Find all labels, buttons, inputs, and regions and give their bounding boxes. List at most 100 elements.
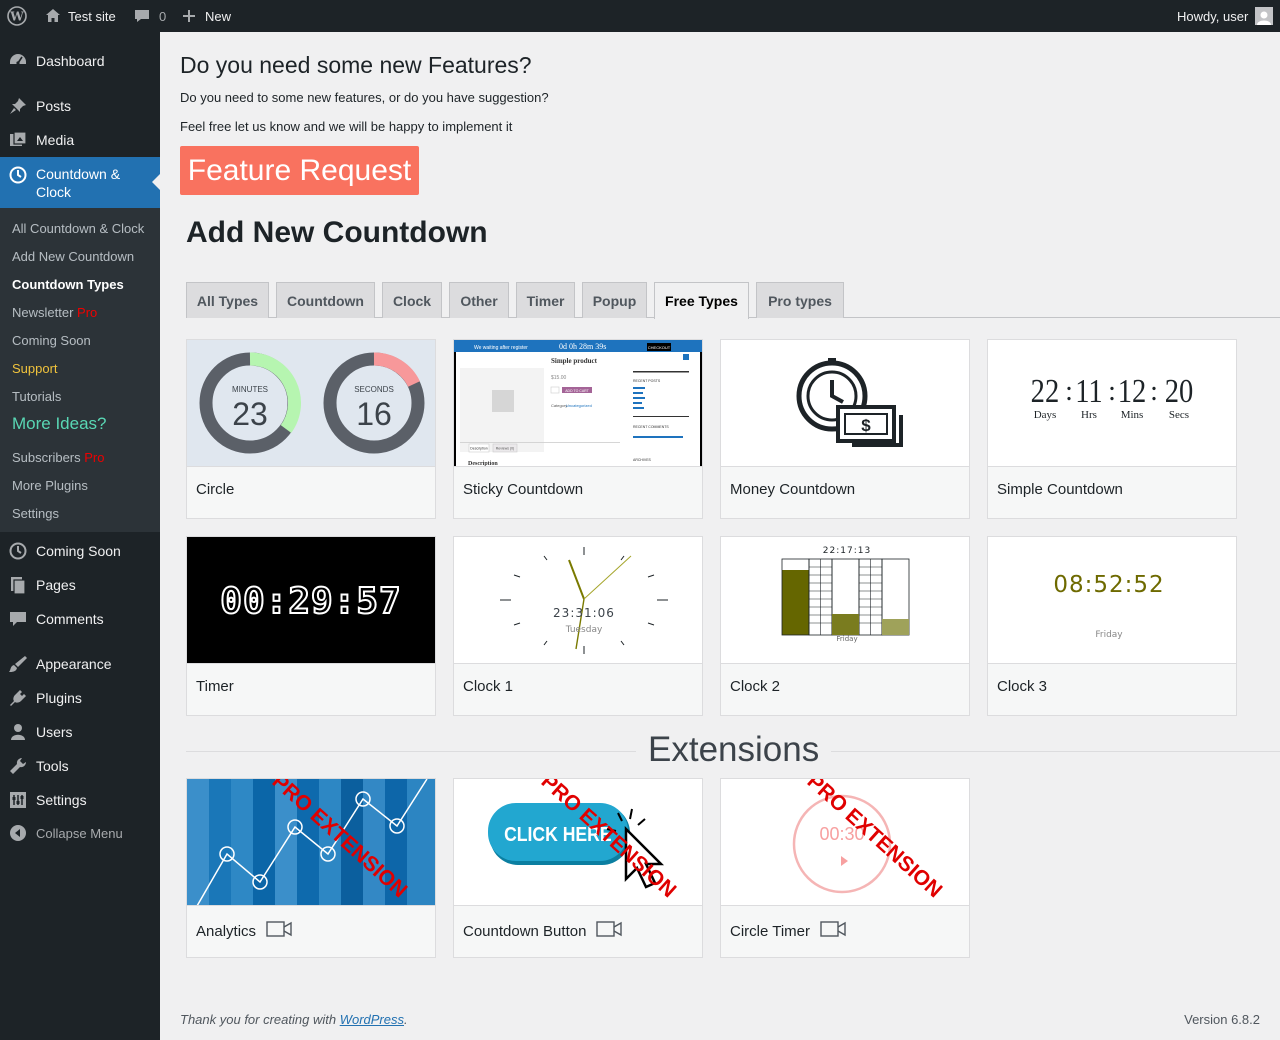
sticky-recent-comments: RECENT COMMENTS — [633, 425, 669, 429]
pushpin-icon — [8, 96, 28, 116]
menu-users[interactable]: Users — [0, 717, 160, 747]
tab-clock[interactable]: Clock — [382, 282, 442, 318]
submenu-subscribers[interactable]: Subscribers Pro — [12, 450, 105, 465]
menu-label: Appearance — [36, 656, 112, 672]
footer-period: . — [404, 1012, 408, 1027]
type-card-clock-1[interactable]: 23:31:06 Tuesday Clock 1 — [453, 536, 703, 716]
card-title: Money Countdown — [730, 481, 856, 498]
submenu-more-plugins[interactable]: More Plugins — [12, 478, 88, 493]
clock-icon — [8, 541, 28, 561]
collapse-menu-button[interactable]: Collapse Menu — [0, 819, 160, 847]
tab-countdown[interactable]: Countdown — [276, 282, 375, 318]
simple-mins-label: Mins — [1121, 409, 1144, 421]
extension-card-countdown-button[interactable]: CLICK HERE PRO EXTENSION Countdown Butto… — [453, 778, 703, 958]
wordpress-logo-icon[interactable]: W — [7, 0, 29, 32]
simple-hrs-value: 11 — [1075, 372, 1102, 410]
footer-thanks-text: Thank you for creating with — [180, 1012, 337, 1027]
comment-bubble-icon — [8, 609, 28, 629]
video-camera-icon[interactable] — [596, 920, 623, 942]
footer-version: Version 6.8.2 — [1184, 1012, 1260, 1027]
simple-mins-value: 12 — [1118, 372, 1147, 410]
sticky-banner-text: We waiting after register — [474, 345, 528, 351]
submenu-countdown-types[interactable]: Countdown Types — [12, 277, 124, 292]
feature-request-button[interactable]: Feature Request — [180, 146, 419, 195]
sticky-price: $15.00 — [551, 375, 567, 381]
submenu-add-new[interactable]: Add New Countdown — [12, 249, 134, 264]
dashboard-gauge-icon — [8, 51, 28, 71]
menu-comments[interactable]: Comments — [0, 604, 160, 634]
menu-label: Countdown & Clock — [36, 166, 121, 200]
tab-timer[interactable]: Timer — [516, 282, 575, 318]
menu-posts[interactable]: Posts — [0, 91, 160, 121]
menu-dashboard[interactable]: Dashboard — [0, 46, 160, 76]
money-preview: $ — [721, 340, 969, 467]
submenu-support[interactable]: Support — [12, 361, 58, 376]
type-card-clock-2[interactable]: 22:17:13 Friday Clock 2 — [720, 536, 970, 716]
sticky-product-title: Simple product — [551, 357, 598, 365]
extension-title: Analytics — [196, 922, 257, 940]
menu-settings[interactable]: Settings — [0, 785, 160, 815]
clock3-preview: 08:52:52 Friday — [988, 537, 1236, 664]
clock2-preview: 22:17:13 Friday — [721, 537, 969, 664]
my-account-link[interactable]: Howdy, user — [1177, 0, 1274, 32]
wordpress-link[interactable]: WordPress — [340, 1012, 404, 1027]
submenu-tutorials[interactable]: Tutorials — [12, 389, 61, 404]
paintbrush-icon — [8, 654, 28, 674]
simple-separator-icon: : — [1065, 376, 1073, 407]
menu-label: Users — [36, 724, 73, 740]
card-title: Simple Countdown — [997, 481, 1123, 498]
submenu-more-ideas[interactable]: More Ideas? — [12, 414, 107, 434]
submenu-all-countdown[interactable]: All Countdown & Clock — [12, 221, 144, 236]
page-title: Add New Countdown — [186, 216, 488, 249]
type-card-clock-3[interactable]: 08:52:52 Friday Clock 3 — [987, 536, 1237, 716]
type-card-simple-countdown[interactable]: 22 : 11 : 12 : 20 Days Hrs Mins Secs Sim… — [987, 339, 1237, 519]
submenu-coming-soon[interactable]: Coming Soon — [12, 333, 91, 348]
features-note: Feel free let us know and we will be hap… — [180, 119, 513, 134]
admin-bar: W Test site 0 New Howdy, user — [0, 0, 1280, 32]
new-label: New — [205, 8, 232, 24]
pro-tag: Pro — [84, 450, 105, 465]
submenu-settings[interactable]: Settings — [12, 506, 59, 521]
tab-other[interactable]: Other — [449, 282, 509, 318]
video-camera-icon[interactable] — [820, 920, 846, 942]
menu-label: Pages — [36, 577, 76, 593]
menu-plugins[interactable]: Plugins — [0, 683, 160, 713]
site-name-link[interactable]: Test site — [44, 0, 116, 32]
comments-link[interactable]: 0 — [133, 0, 166, 32]
menu-pages[interactable]: Pages — [0, 570, 160, 600]
menu-tools[interactable]: Tools — [0, 751, 160, 781]
extension-card-analytics[interactable]: PRO EXTENSION Analytics — [186, 778, 436, 958]
type-tabs: All Types Countdown Clock Other Timer Po… — [186, 282, 1280, 319]
home-icon — [44, 7, 62, 25]
main-content: Do you need some new Features? Do you ne… — [160, 32, 1280, 1040]
menu-media[interactable]: Media — [0, 125, 160, 155]
wrench-icon — [8, 756, 28, 776]
sticky-tab-description: Description — [470, 447, 488, 451]
simple-separator-icon: : — [1108, 376, 1116, 407]
money-dollar-sign: $ — [861, 416, 871, 435]
type-card-money-countdown[interactable]: $ Money Countdown — [720, 339, 970, 519]
new-content-link[interactable]: New — [181, 0, 231, 32]
simple-hrs-label: Hrs — [1081, 409, 1097, 421]
timer-display: 00:29:57 — [220, 581, 401, 622]
video-camera-icon[interactable] — [266, 920, 292, 942]
tab-pro-types[interactable]: Pro types — [756, 282, 844, 318]
menu-countdown-clock[interactable]: Countdown & Clock — [0, 157, 160, 208]
svg-text:W: W — [9, 10, 24, 24]
submenu-newsletter[interactable]: Newsletter Pro — [12, 305, 97, 320]
type-card-circle[interactable]: MINUTES 23 SECONDS 16 Circle — [186, 339, 436, 519]
type-card-sticky-countdown[interactable]: We waiting after register 0d 0h 28m 39s … — [453, 339, 703, 519]
tab-all-types[interactable]: All Types — [186, 282, 269, 318]
menu-coming-soon[interactable]: Coming Soon — [0, 536, 160, 566]
tab-popup[interactable]: Popup — [582, 282, 647, 318]
collapse-arrow-icon — [8, 823, 28, 843]
type-card-timer[interactable]: 00:29:57 Timer — [186, 536, 436, 716]
simple-secs-label: Secs — [1169, 409, 1189, 421]
sticky-description-heading: Description — [468, 461, 498, 467]
extension-card-circle-timer[interactable]: 00:30 PRO EXTENSION Circle Timer — [720, 778, 970, 958]
tab-free-types[interactable]: Free Types — [654, 282, 749, 319]
countdown-submenu: All Countdown & Clock Add New Countdown … — [0, 208, 160, 532]
clock-icon — [8, 165, 28, 185]
menu-appearance[interactable]: Appearance — [0, 649, 160, 679]
analytics-preview: PRO EXTENSION — [187, 779, 435, 906]
